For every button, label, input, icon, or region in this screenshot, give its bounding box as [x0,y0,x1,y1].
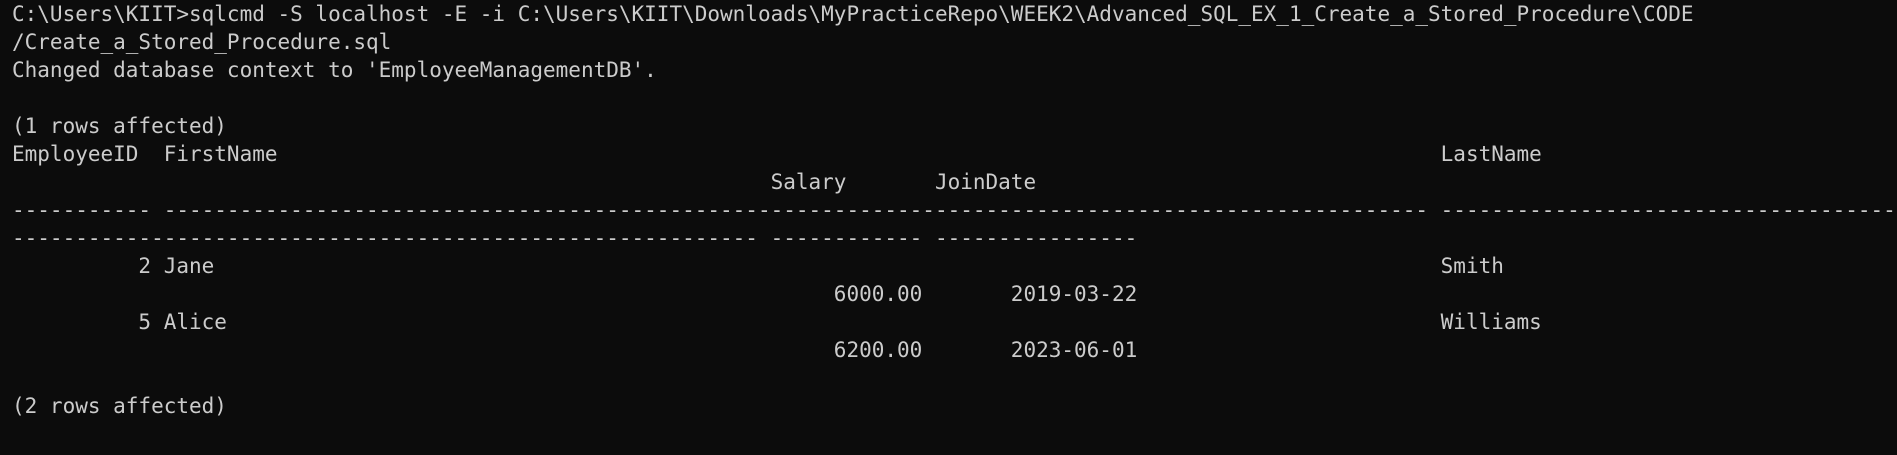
context-message: Changed database context to 'EmployeeMan… [12,58,657,82]
result-data-row: 2 Jane Smith [12,254,1504,278]
terminal-window[interactable]: C:\Users\KIIT>sqlcmd -S localhost -E -i … [0,0,1897,455]
result-header-row: EmployeeID FirstName LastName [12,142,1542,166]
result-separator-row-continuation: ----------------------------------------… [12,226,1138,250]
command-line-continuation: /Create_a_Stored_Procedure.sql [12,30,392,54]
result-separator-row: ----------- ----------------------------… [12,198,1897,222]
rows-affected-message: (1 rows affected) [12,114,227,138]
result-header-row-continuation: Salary JoinDate [12,170,1037,194]
rows-affected-message: (2 rows affected) [12,394,227,418]
result-data-row-continuation: 6200.00 2023-06-01 [12,338,1138,362]
command-line: C:\Users\KIIT>sqlcmd -S localhost -E -i … [12,2,1694,26]
result-data-row: 5 Alice Williams [12,310,1542,334]
result-data-row-continuation: 6000.00 2019-03-22 [12,282,1138,306]
